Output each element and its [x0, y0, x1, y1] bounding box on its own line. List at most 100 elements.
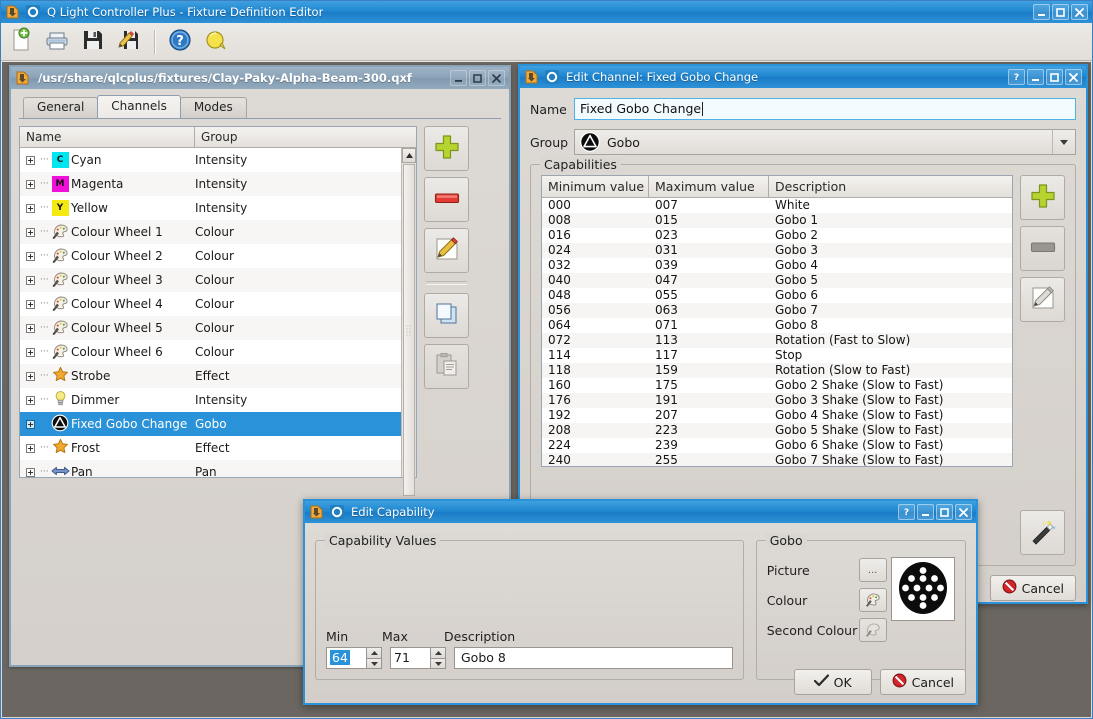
channel-row[interactable]: ···Colour Wheel 4Colour: [20, 292, 401, 316]
paste-channel-button[interactable]: [424, 344, 469, 389]
channel-row[interactable]: ···Colour Wheel 6Colour: [20, 340, 401, 364]
fixture-maximize-button[interactable]: [469, 70, 486, 86]
max-value-input[interactable]: 71: [390, 647, 430, 669]
expand-toggle[interactable]: [20, 300, 40, 309]
channel-row[interactable]: ···DimmerIntensity: [20, 388, 401, 412]
channel-row[interactable]: ···YYellowIntensity: [20, 196, 401, 220]
min-spinner-down-button[interactable]: [366, 658, 382, 669]
capability-row[interactable]: 000007White: [542, 198, 1012, 213]
capability-row[interactable]: 040047Gobo 5: [542, 273, 1012, 288]
expand-toggle[interactable]: [20, 228, 40, 237]
capability-row[interactable]: 208223Gobo 5 Shake (Slow to Fast): [542, 423, 1012, 438]
channel-row[interactable]: ···StrobeEffect: [20, 364, 401, 388]
capability-row[interactable]: 118159Rotation (Slow to Fast): [542, 363, 1012, 378]
expand-toggle[interactable]: [20, 396, 40, 405]
description-input[interactable]: Gobo 8: [454, 647, 733, 669]
capability-ok-button[interactable]: OK: [794, 669, 872, 695]
fixture-minimize-button[interactable]: [450, 70, 467, 86]
expand-toggle[interactable]: [20, 372, 40, 381]
capability-cancel-button[interactable]: Cancel: [880, 669, 966, 695]
capability-row[interactable]: 240255Gobo 7 Shake (Slow to Fast): [542, 453, 1012, 467]
max-spinner-down-button[interactable]: [430, 658, 446, 669]
capability-row[interactable]: 048055Gobo 6: [542, 288, 1012, 303]
capability-row[interactable]: 114117Stop: [542, 348, 1012, 363]
print-fixture-button[interactable]: [43, 28, 71, 56]
remove-channel-button[interactable]: [424, 177, 469, 222]
scrollbar-thumb[interactable]: [403, 164, 415, 496]
capability-row[interactable]: 072113Rotation (Fast to Slow): [542, 333, 1012, 348]
expand-toggle[interactable]: [20, 420, 40, 429]
channel-name-input[interactable]: Fixed Gobo Change: [574, 98, 1076, 120]
edit-channel-close-button[interactable]: [1065, 69, 1082, 85]
column-header-max[interactable]: Maximum value: [649, 176, 769, 197]
expand-toggle[interactable]: [20, 204, 40, 213]
edit-channel-cancel-button[interactable]: Cancel: [990, 575, 1076, 601]
channel-row[interactable]: ···PanPan: [20, 460, 401, 477]
scroll-up-arrow[interactable]: [402, 148, 416, 163]
minimize-button[interactable]: [1033, 4, 1050, 20]
capability-row[interactable]: 160175Gobo 2 Shake (Slow to Fast): [542, 378, 1012, 393]
channel-group-combobox[interactable]: Gobo: [574, 129, 1076, 155]
min-value-input[interactable]: 64: [326, 647, 366, 669]
expand-toggle[interactable]: [20, 180, 40, 189]
channel-row[interactable]: ···Colour Wheel 2Colour: [20, 244, 401, 268]
edit-channel-maximize-button[interactable]: [1046, 69, 1063, 85]
capability-row[interactable]: 024031Gobo 3: [542, 243, 1012, 258]
edit-channel-button[interactable]: [424, 228, 469, 273]
capabilities-table[interactable]: Minimum value Maximum value Description …: [541, 175, 1013, 467]
tab-channels[interactable]: Channels: [97, 95, 181, 118]
capability-row[interactable]: 192207Gobo 4 Shake (Slow to Fast): [542, 408, 1012, 423]
tab-general[interactable]: General: [23, 97, 98, 118]
about-qlc-button[interactable]: ?: [166, 28, 194, 56]
expand-toggle[interactable]: [20, 348, 40, 357]
channel-tree-scrollbar[interactable]: [401, 148, 416, 477]
about-qt-button[interactable]: [202, 28, 230, 56]
picture-browse-button[interactable]: ...: [859, 558, 887, 582]
save-as-fixture-button[interactable]: [115, 28, 143, 56]
edit-channel-minimize-button[interactable]: [1027, 69, 1044, 85]
expand-toggle[interactable]: [20, 156, 40, 165]
maximize-button[interactable]: [1052, 4, 1069, 20]
second-colour-picker-button[interactable]: [859, 618, 887, 642]
max-value-spinner[interactable]: 71: [390, 647, 446, 669]
column-header-name[interactable]: Name: [20, 127, 195, 147]
max-spinner-up-button[interactable]: [430, 647, 446, 658]
channel-row[interactable]: ···Colour Wheel 3Colour: [20, 268, 401, 292]
chevron-down-icon[interactable]: [1052, 130, 1075, 154]
capability-wizard-button[interactable]: [1020, 510, 1065, 555]
expand-toggle[interactable]: [20, 324, 40, 333]
add-channel-button[interactable]: [424, 126, 469, 171]
channel-row[interactable]: ···MMagentaIntensity: [20, 172, 401, 196]
column-header-group[interactable]: Group: [195, 127, 416, 147]
colour-picker-button[interactable]: [859, 588, 887, 612]
fixture-close-button[interactable]: [488, 70, 505, 86]
new-fixture-definition-button[interactable]: [7, 28, 35, 56]
expand-toggle[interactable]: [20, 252, 40, 261]
channel-row[interactable]: ···Colour Wheel 5Colour: [20, 316, 401, 340]
min-spinner-up-button[interactable]: [366, 647, 382, 658]
edit-channel-help-button[interactable]: ?: [1008, 69, 1025, 85]
copy-channel-button[interactable]: [424, 293, 469, 338]
capability-row[interactable]: 176191Gobo 3 Shake (Slow to Fast): [542, 393, 1012, 408]
tab-modes[interactable]: Modes: [180, 97, 247, 118]
column-header-min[interactable]: Minimum value: [542, 176, 649, 197]
gobo-preview[interactable]: [891, 557, 955, 621]
edit-capability-help-button[interactable]: ?: [898, 504, 915, 520]
close-button[interactable]: [1071, 4, 1088, 20]
edit-capability-close-button[interactable]: [955, 504, 972, 520]
channel-row[interactable]: ···FrostEffect: [20, 436, 401, 460]
edit-capability-maximize-button[interactable]: [936, 504, 953, 520]
channel-row[interactable]: ···CCyanIntensity: [20, 148, 401, 172]
channel-tree[interactable]: Name Group ···CCyanIntensity···MMagentaI…: [19, 126, 417, 478]
column-header-description[interactable]: Description: [769, 176, 1012, 197]
capability-row[interactable]: 016023Gobo 2: [542, 228, 1012, 243]
add-capability-button[interactable]: [1020, 175, 1065, 220]
capability-row[interactable]: 064071Gobo 8: [542, 318, 1012, 333]
expand-toggle[interactable]: [20, 276, 40, 285]
capability-row[interactable]: 224239Gobo 6 Shake (Slow to Fast): [542, 438, 1012, 453]
capability-row[interactable]: 056063Gobo 7: [542, 303, 1012, 318]
channel-row[interactable]: Fixed Gobo ChangeGobo: [20, 412, 401, 436]
capability-row[interactable]: 032039Gobo 4: [542, 258, 1012, 273]
remove-capability-button[interactable]: [1020, 226, 1065, 271]
expand-toggle[interactable]: [20, 468, 40, 477]
